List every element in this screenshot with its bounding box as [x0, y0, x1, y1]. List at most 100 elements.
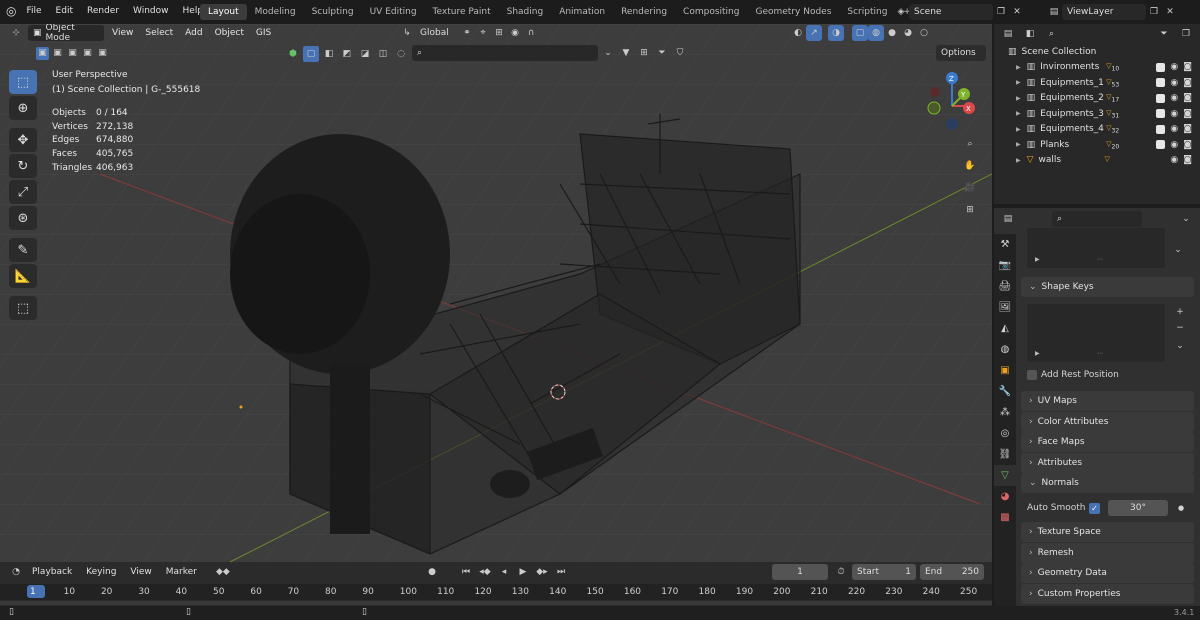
scene-collection-row[interactable]: ▥ Scene Collection — [994, 44, 1200, 60]
gizmo-toggle-icon[interactable]: ↗ — [806, 25, 822, 41]
pivot-icon[interactable]: ⚭ — [459, 25, 475, 41]
add-shape-key-icon[interactable]: + — [1172, 304, 1188, 320]
material-shading-icon[interactable]: ◕ — [900, 25, 916, 41]
view-layer-icon[interactable]: ▤ — [1046, 4, 1062, 20]
render-camera-icon[interactable]: ◙ — [1183, 78, 1192, 88]
timeline-menu-marker[interactable]: Marker — [166, 567, 197, 577]
display-mode-icon[interactable]: ◧ — [1022, 26, 1038, 42]
viewport-search-input[interactable]: ⌕ — [412, 45, 598, 61]
scene-field[interactable]: Scene — [909, 4, 993, 20]
scene-selector-icon[interactable]: ◈ — [893, 4, 909, 20]
play-reverse-icon[interactable]: ◂ — [496, 564, 512, 580]
expand-arrow-icon[interactable]: ▶ — [1016, 110, 1021, 117]
expand-arrow-icon[interactable]: ▶ — [1016, 64, 1021, 71]
panel-texture-space[interactable]: › Texture Space — [1021, 522, 1194, 542]
select-subtract-icon[interactable]: ▣ — [66, 47, 79, 60]
select-new-icon[interactable]: ▣ — [36, 46, 49, 60]
outliner-item[interactable]: ▶ ▥ Invironments ▽10 ◉ ◙ — [994, 60, 1200, 76]
outliner-item[interactable]: ▶ ▽ walls ▽ ◉ ◙ — [994, 153, 1200, 169]
filter-camera-icon[interactable]: ◫ — [375, 46, 391, 62]
include-checkbox[interactable] — [1156, 124, 1166, 134]
tab-modeling[interactable]: Modeling — [247, 4, 304, 20]
tab-scripting[interactable]: Scripting — [839, 4, 895, 20]
shield-icon[interactable]: ⛉ — [672, 45, 688, 61]
eye-icon[interactable]: ◉ — [1170, 62, 1178, 72]
include-checkbox[interactable] — [1156, 109, 1166, 119]
eye-icon[interactable]: ◉ — [1170, 78, 1178, 88]
physics-tab-icon[interactable]: ◎ — [994, 423, 1016, 444]
filter-mesh-icon[interactable]: ▢ — [303, 46, 319, 62]
menu-file[interactable]: File — [26, 6, 41, 16]
measure-tool[interactable]: 📐 — [9, 264, 37, 288]
expand-arrow-icon[interactable]: ▶ — [1016, 95, 1021, 102]
eye-icon[interactable]: ◉ — [1170, 93, 1178, 103]
filter-light-icon[interactable]: ◪ — [357, 46, 373, 62]
viewport-menu-view[interactable]: View — [112, 28, 133, 38]
tab-layout[interactable]: Layout — [200, 4, 247, 20]
play-icon[interactable]: ▶ — [515, 564, 531, 580]
eye-icon[interactable]: ◉ — [1170, 140, 1178, 150]
orientation-selector[interactable]: Global — [415, 25, 459, 41]
properties-search-input[interactable]: ⌕ — [1052, 211, 1142, 227]
output-tab-icon[interactable]: 🖨 — [994, 276, 1016, 297]
camera-icon[interactable]: 🎥 — [962, 180, 978, 196]
jump-end-icon[interactable]: ⏭ — [553, 564, 569, 580]
outliner-item[interactable]: ▶ ▥ Planks ▽20 ◉ ◙ — [994, 137, 1200, 153]
include-checkbox[interactable] — [1156, 140, 1166, 150]
panel-geometry-data[interactable]: › Geometry Data — [1021, 563, 1194, 584]
outliner-item[interactable]: ▶ ▥ Equipments_2 ▽17 ◉ ◙ — [994, 91, 1200, 107]
panel-normals[interactable]: ⌄ Normals — [1021, 473, 1194, 494]
eye-icon[interactable]: ◉ — [1170, 155, 1178, 165]
select-invert-icon[interactable]: ▣ — [81, 47, 94, 60]
select-box-tool[interactable]: ⬚ — [9, 70, 37, 94]
visibility-icon[interactable]: ◐ — [790, 25, 806, 41]
3d-viewport[interactable]: Z X Y ⊹ ▣ Object Mode View Select Add Objec… — [0, 24, 992, 562]
cursor-tool[interactable]: ⊕ — [9, 96, 37, 120]
outliner-filter-icon[interactable]: ⏷ — [1156, 26, 1172, 42]
tab-compositing[interactable]: Compositing — [675, 4, 747, 20]
expand-arrow-icon[interactable]: ▶ — [1016, 157, 1021, 164]
panel-attributes[interactable]: › Attributes — [1021, 452, 1194, 473]
viewport-menu-object[interactable]: Object — [215, 28, 244, 38]
constraints-tab-icon[interactable]: ⛓ — [994, 444, 1016, 465]
grid-perspective-icon[interactable]: ⊞ — [962, 202, 978, 218]
eye-icon[interactable]: ◉ — [1170, 109, 1178, 119]
panel-uv-maps[interactable]: › UV Maps — [1021, 391, 1194, 411]
tab-texture-paint[interactable]: Texture Paint — [425, 4, 499, 20]
keyframe-type-icon[interactable]: ◆◆ — [215, 564, 231, 580]
outliner-item[interactable]: ▶ ▥ Equipments_3 ▽31 ◉ ◙ — [994, 106, 1200, 122]
prev-keyframe-icon[interactable]: ◂◆ — [477, 564, 493, 580]
expand-arrow-icon[interactable]: ▶ — [1035, 256, 1040, 263]
panel-color-attributes[interactable]: › Color Attributes — [1021, 411, 1194, 432]
object-tab-icon[interactable]: ▣ — [994, 360, 1016, 381]
wireframe-shading-icon[interactable]: ◍ — [868, 25, 884, 41]
render-tab-icon[interactable]: 📷 — [994, 255, 1016, 276]
list-menu-icon[interactable]: ⌄ — [1170, 242, 1186, 258]
falloff-icon[interactable]: ∩ — [523, 25, 539, 41]
outliner-search-input[interactable]: ⌕ — [1044, 26, 1136, 42]
tab-shading[interactable]: Shading — [499, 4, 552, 20]
remove-shape-key-icon[interactable]: − — [1172, 320, 1188, 336]
new-collection-icon[interactable]: ❐ — [1178, 26, 1194, 42]
end-frame-field[interactable]: End 250 — [920, 564, 984, 580]
new-view-layer-icon[interactable]: ❐ — [1146, 4, 1162, 20]
shape-keys-panel[interactable]: ⌄ Shape Keys — [1021, 277, 1194, 297]
zoom-icon[interactable]: ⌕ — [962, 136, 978, 152]
world-tab-icon[interactable]: ◍ — [994, 339, 1016, 360]
snap-icon[interactable]: ⌖ — [475, 25, 491, 41]
select-extend-icon[interactable]: ▣ — [51, 47, 64, 60]
material-tab-icon[interactable]: ◕ — [994, 486, 1016, 507]
render-camera-icon[interactable]: ◙ — [1183, 140, 1192, 150]
transform-tool[interactable]: ⊛ — [9, 206, 37, 230]
expand-arrow-icon[interactable]: ▶ — [1016, 79, 1021, 86]
tab-rendering[interactable]: Rendering — [613, 4, 675, 20]
transform-orientation-icon[interactable]: ↳ — [399, 25, 415, 41]
filter-empty-icon[interactable]: ◌ — [393, 46, 409, 62]
viewport-menu-add[interactable]: Add — [185, 28, 202, 38]
start-frame-field[interactable]: Start 1 — [852, 564, 916, 580]
render-camera-icon[interactable]: ◙ — [1183, 124, 1192, 134]
options-dropdown[interactable]: Options — [936, 45, 986, 61]
properties-editor-icon[interactable]: ▤ — [1000, 211, 1016, 227]
rendered-shading-icon[interactable]: ○ — [916, 25, 932, 41]
sort-icon[interactable]: ⊞ — [636, 45, 652, 61]
